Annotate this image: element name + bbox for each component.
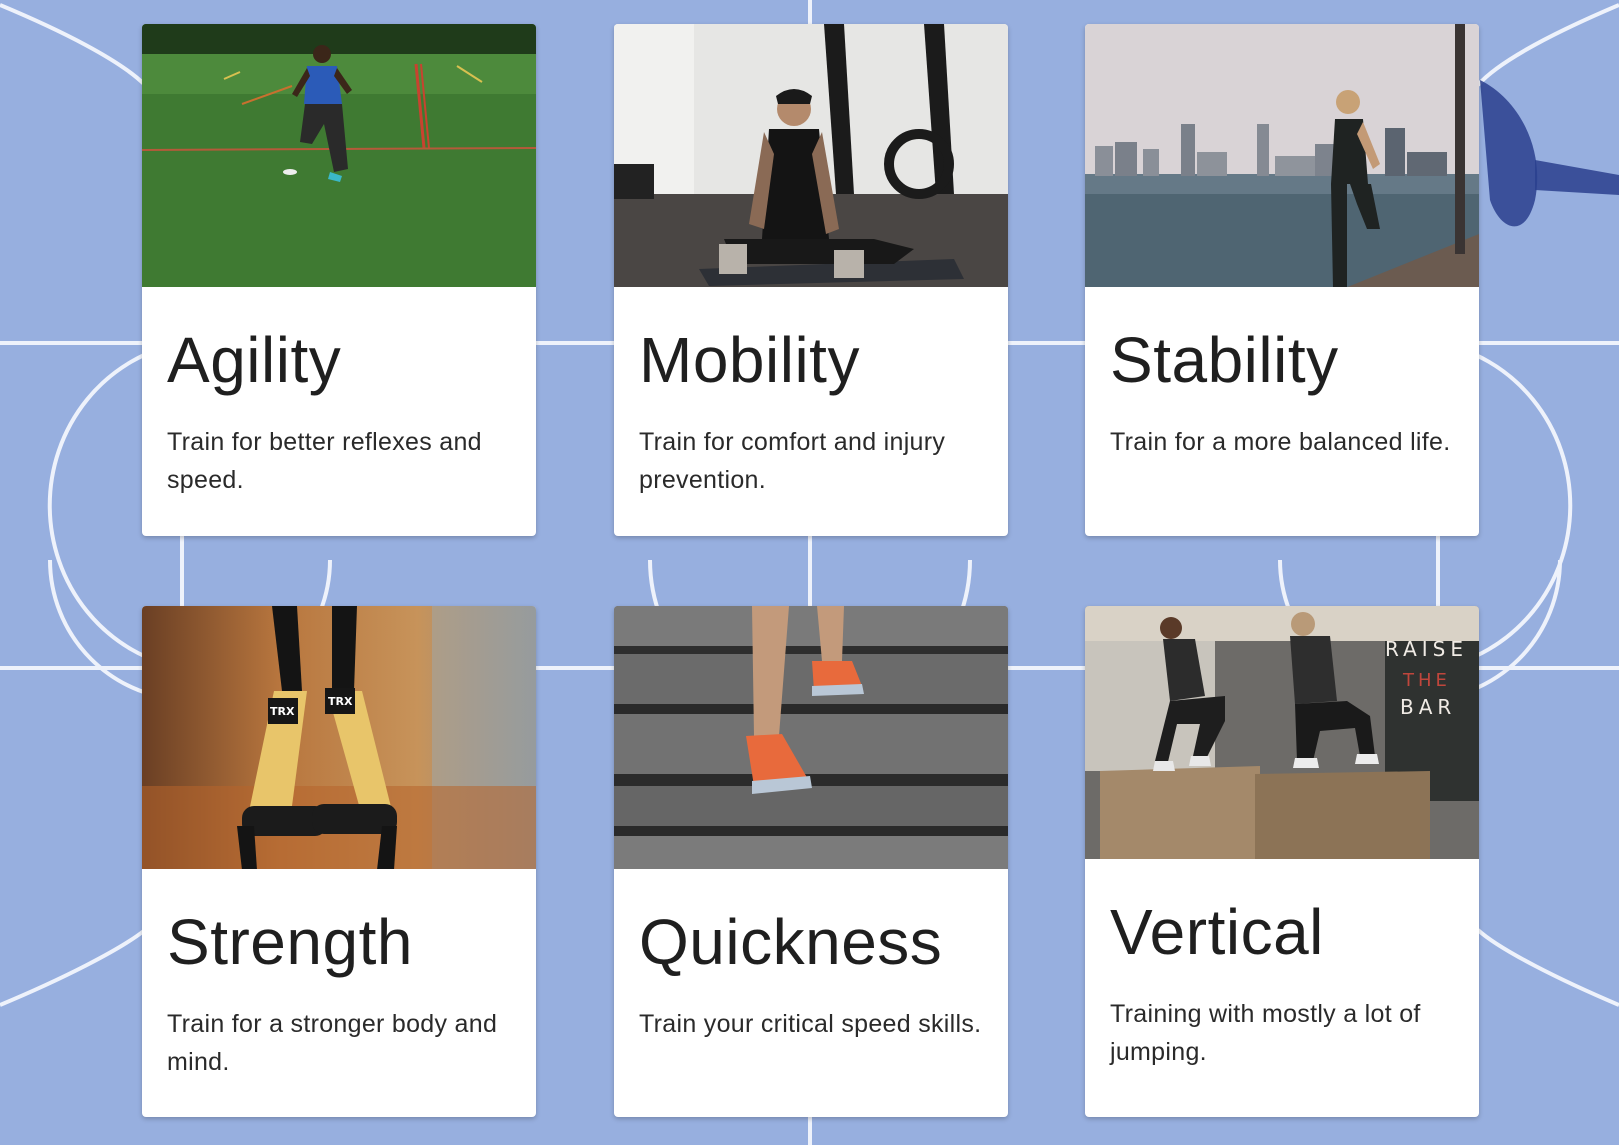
card-vertical[interactable]: RAISE THE BAR Vertical Training with mos… [1085,606,1479,1117]
gym-wall-text-the: THE [1402,670,1451,691]
card-quickness[interactable]: Quickness Train your critical speed skil… [614,606,1008,1117]
card-agility[interactable]: Agility Train for better reflexes and sp… [142,24,536,536]
card-title: Stability [1110,324,1339,396]
agility-photo [142,24,536,287]
card-title: Quickness [639,906,943,978]
card-title: Mobility [639,324,860,396]
card-strength[interactable]: TRX TRX Strength Train for a stronger bo… [142,606,536,1117]
card-description: Train for a more balanced life. [1110,428,1451,456]
gym-wall-text-bar: BAR [1400,695,1456,719]
card-body: Mobility Train for comfort and injury pr… [614,287,1008,499]
card-description: Train for better reflexes and speed. [167,428,482,494]
training-card-grid: Agility Train for better reflexes and sp… [0,0,1619,1145]
card-title: Agility [167,324,342,396]
gym-wall-text-raise: RAISE [1385,637,1468,661]
card-description: Train your critical speed skills. [639,1010,982,1038]
card-description: Training with mostly a lot of jumping. [1110,1000,1421,1066]
card-title: Strength [167,906,413,978]
mobility-photo [614,24,1008,287]
card-description: Train for comfort and injury prevention. [639,428,946,494]
trx-label-right: TRX [328,695,353,708]
vertical-photo: RAISE THE BAR [1085,606,1479,859]
card-mobility[interactable]: Mobility Train for comfort and injury pr… [614,24,1008,536]
card-body: Quickness Train your critical speed skil… [614,869,1008,1043]
card-stability[interactable]: Stability Train for a more balanced life… [1085,24,1479,536]
card-title: Vertical [1110,896,1324,968]
quickness-photo [614,606,1008,869]
stability-photo [1085,24,1479,287]
strength-photo: TRX TRX [142,606,536,869]
card-body: Vertical Training with mostly a lot of j… [1085,859,1479,1071]
trx-label-left: TRX [270,705,295,718]
card-body: Agility Train for better reflexes and sp… [142,287,536,499]
card-body: Strength Train for a stronger body and m… [142,869,536,1081]
card-body: Stability Train for a more balanced life… [1085,287,1479,461]
card-description: Train for a stronger body and mind. [167,1010,498,1076]
